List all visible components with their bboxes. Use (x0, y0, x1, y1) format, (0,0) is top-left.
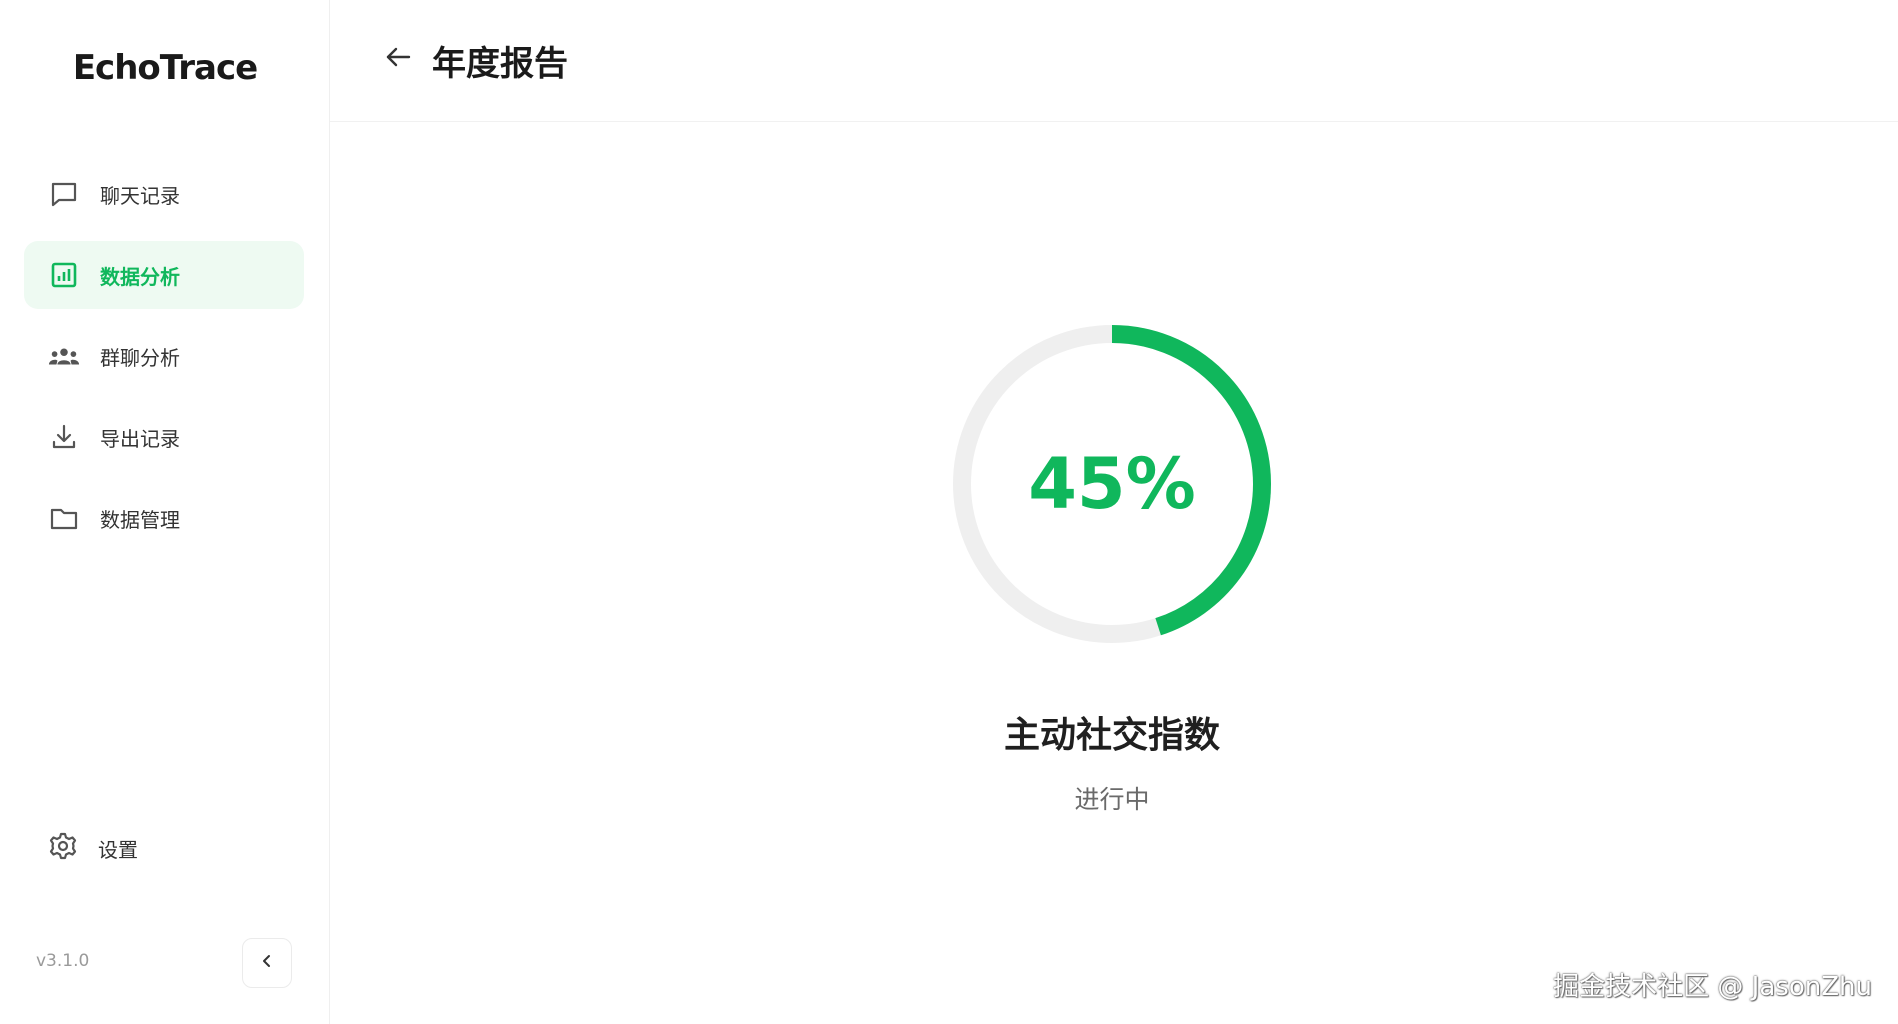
sidebar-item-chat-records[interactable]: 聊天记录 (24, 160, 304, 228)
sidebar: EchoTrace 聊天记录 数据分析 群聊分析 导出记录 数据管理 设置 v3… (0, 0, 330, 1024)
sidebar-item-data-management[interactable]: 数据管理 (24, 484, 304, 552)
download-icon (48, 421, 80, 453)
brand-logo: EchoTrace (72, 48, 258, 88)
back-button[interactable] (380, 41, 416, 77)
metric-status: 进行中 (1074, 785, 1150, 814)
watermark: 掘金技术社区 @ JasonZhu (1553, 972, 1872, 1002)
settings-label: 设置 (98, 837, 138, 862)
app-window: EchoTrace 聊天记录 数据分析 群聊分析 导出记录 数据管理 设置 v3… (0, 0, 1898, 1024)
sidebar-item-settings[interactable]: 设置 (24, 814, 304, 882)
sidebar-item-label: 群聊分析 (100, 345, 180, 370)
page-title: 年度报告 (432, 44, 568, 84)
metric-title: 主动社交指数 (1003, 715, 1220, 756)
app-version: v3.1.0 (36, 951, 90, 971)
sidebar-item-label: 数据分析 (100, 264, 180, 289)
main-content: 年度报告 45% 主动社交指数 进行中 (330, 0, 1898, 1024)
sidebar-item-label: 聊天记录 (100, 183, 180, 208)
sidebar-item-export-records[interactable]: 导出记录 (24, 403, 304, 471)
sidebar-item-group-analysis[interactable]: 群聊分析 (24, 322, 304, 390)
bar-chart-icon (48, 259, 80, 291)
collapse-sidebar-button[interactable] (242, 938, 292, 988)
folder-icon (48, 502, 80, 534)
sidebar-item-label: 导出记录 (100, 426, 180, 451)
arrow-left-icon (383, 42, 413, 76)
progress-percent: 45% (1028, 443, 1196, 525)
progress-ring: 45% (950, 322, 1274, 646)
sidebar-item-label: 数据管理 (100, 507, 180, 532)
sidebar-nav: 聊天记录 数据分析 群聊分析 导出记录 数据管理 (24, 160, 304, 565)
page-header: 年度报告 (330, 0, 1898, 122)
chat-bubble-icon (48, 178, 80, 210)
group-icon (48, 340, 80, 372)
sidebar-item-data-analysis[interactable]: 数据分析 (24, 241, 304, 309)
gear-icon (48, 831, 78, 865)
chevron-left-icon (259, 953, 275, 973)
